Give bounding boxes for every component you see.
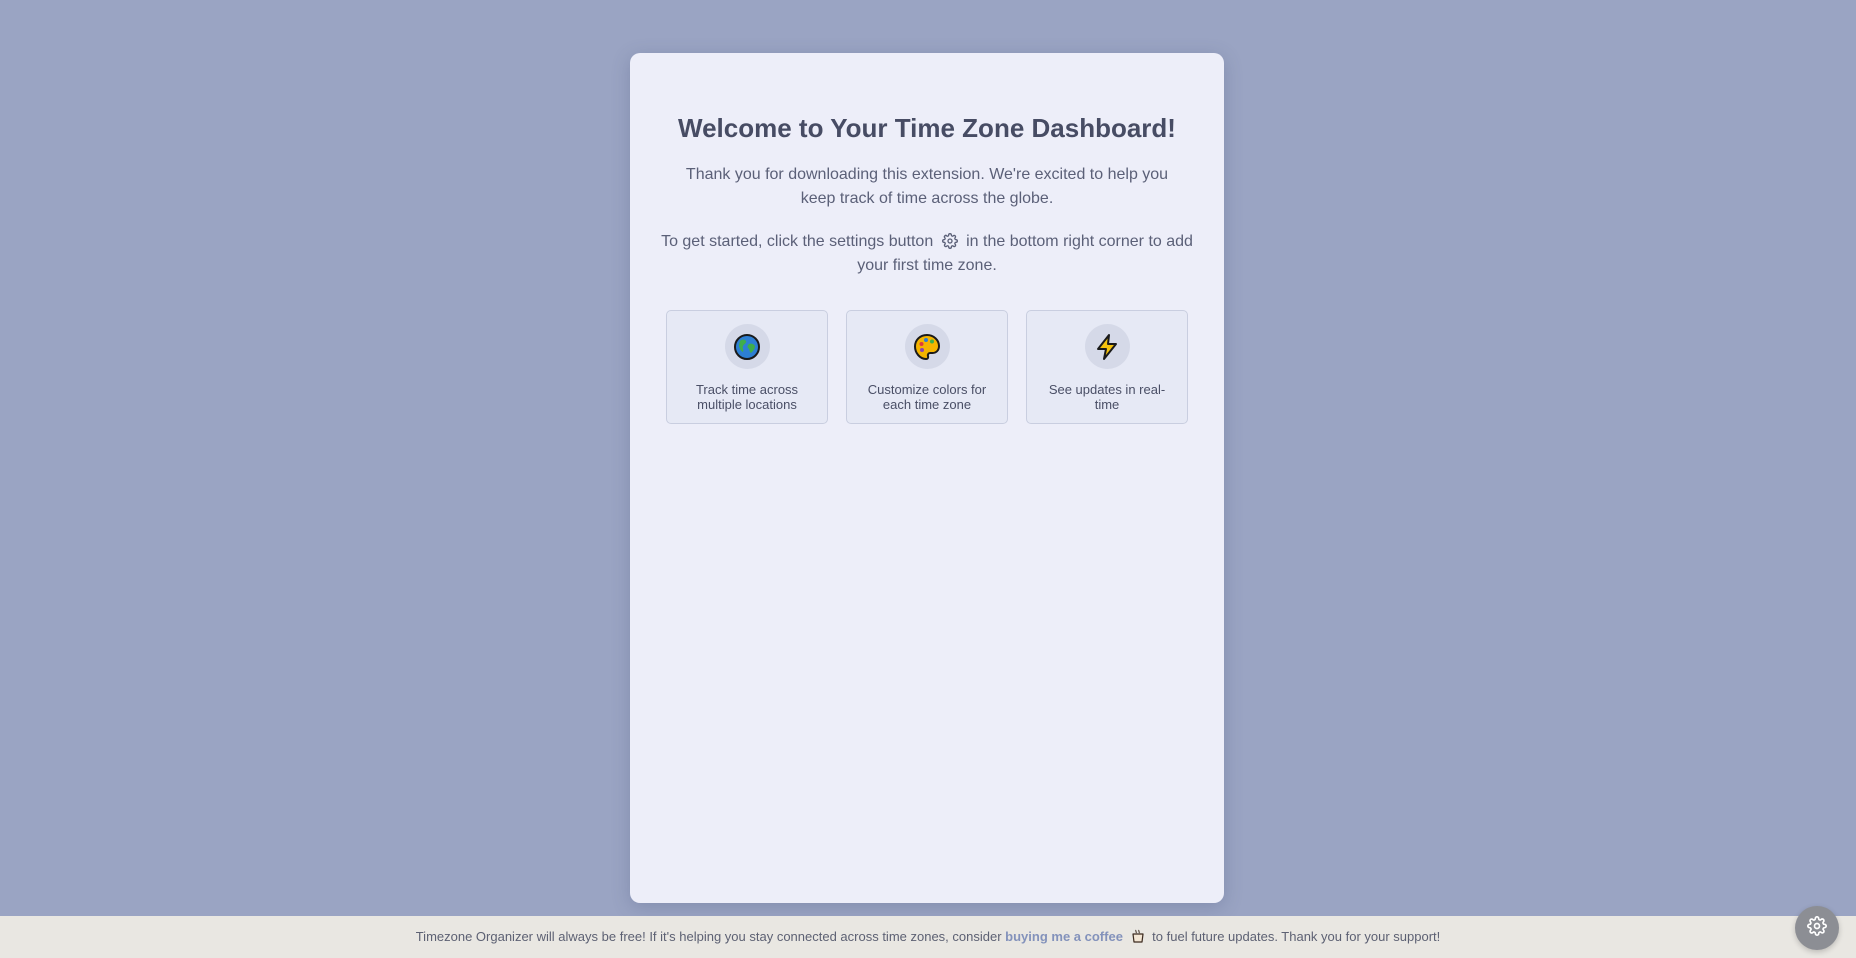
feature-card-track: Track time across multiple locations xyxy=(666,310,828,424)
support-footer: Timezone Organizer will always be free! … xyxy=(0,916,1856,958)
feature-text: See updates in real-time xyxy=(1048,382,1166,412)
footer-text-after: to fuel future updates. Thank you for yo… xyxy=(1152,929,1441,944)
coffee-icon xyxy=(1130,919,1146,943)
lightning-icon xyxy=(1084,324,1130,369)
welcome-card: Welcome to Your Time Zone Dashboard! Tha… xyxy=(630,53,1224,903)
page-title: Welcome to Your Time Zone Dashboard! xyxy=(678,113,1176,143)
buy-coffee-link[interactable]: buying me a coffee xyxy=(1005,929,1123,944)
feature-card-realtime: See updates in real-time xyxy=(1026,310,1188,424)
gear-icon xyxy=(941,233,958,249)
intro-text: Thank you for downloading this extension… xyxy=(685,166,1169,207)
settings-button[interactable] xyxy=(1795,906,1839,950)
gear-icon xyxy=(1807,915,1827,941)
footer-text-before: Timezone Organizer will always be free! … xyxy=(415,929,1002,944)
globe-icon xyxy=(724,324,770,369)
feature-card-customize: Customize colors for each time zone xyxy=(846,310,1008,424)
feature-list: Track time across multiple locations Cus… xyxy=(666,310,1188,424)
instructions-before: To get started, click the settings butto… xyxy=(661,233,934,250)
palette-icon xyxy=(904,324,950,369)
instructions-text: To get started, click the settings butto… xyxy=(657,230,1197,278)
feature-text: Track time across multiple locations xyxy=(695,382,799,412)
feature-text: Customize colors for each time zone xyxy=(867,382,987,412)
